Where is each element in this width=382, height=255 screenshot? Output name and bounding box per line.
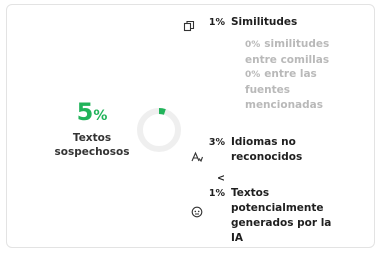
donut-track bbox=[137, 108, 181, 152]
cited-sources-row: 0% entre las fuentes mencionadas bbox=[245, 68, 323, 111]
copy-pages-icon bbox=[183, 17, 195, 32]
similitudes-row: 1% Similitudes bbox=[208, 16, 298, 28]
suspicious-label: Textos sospechosos bbox=[54, 132, 130, 158]
ai-generated-texts-row: < 1% Textos potencialmente generados por … bbox=[208, 173, 332, 244]
donut-fill-arc bbox=[158, 108, 166, 115]
unrecognized-languages-row: 3% Idiomas no reconocidos bbox=[208, 136, 303, 163]
suspicious-texts-summary: 5% Textos sospechosos bbox=[51, 99, 133, 159]
quoted-similitudes-row: 0% similitudes entre comillas bbox=[245, 38, 330, 66]
suspicious-percentage: 5% bbox=[76, 98, 108, 126]
analysis-summary-card: 5% Textos sospechosos 1% Similitudes 0% si… bbox=[6, 4, 375, 248]
suspicious-donut-chart bbox=[137, 108, 181, 152]
translate-icon bbox=[191, 148, 204, 163]
